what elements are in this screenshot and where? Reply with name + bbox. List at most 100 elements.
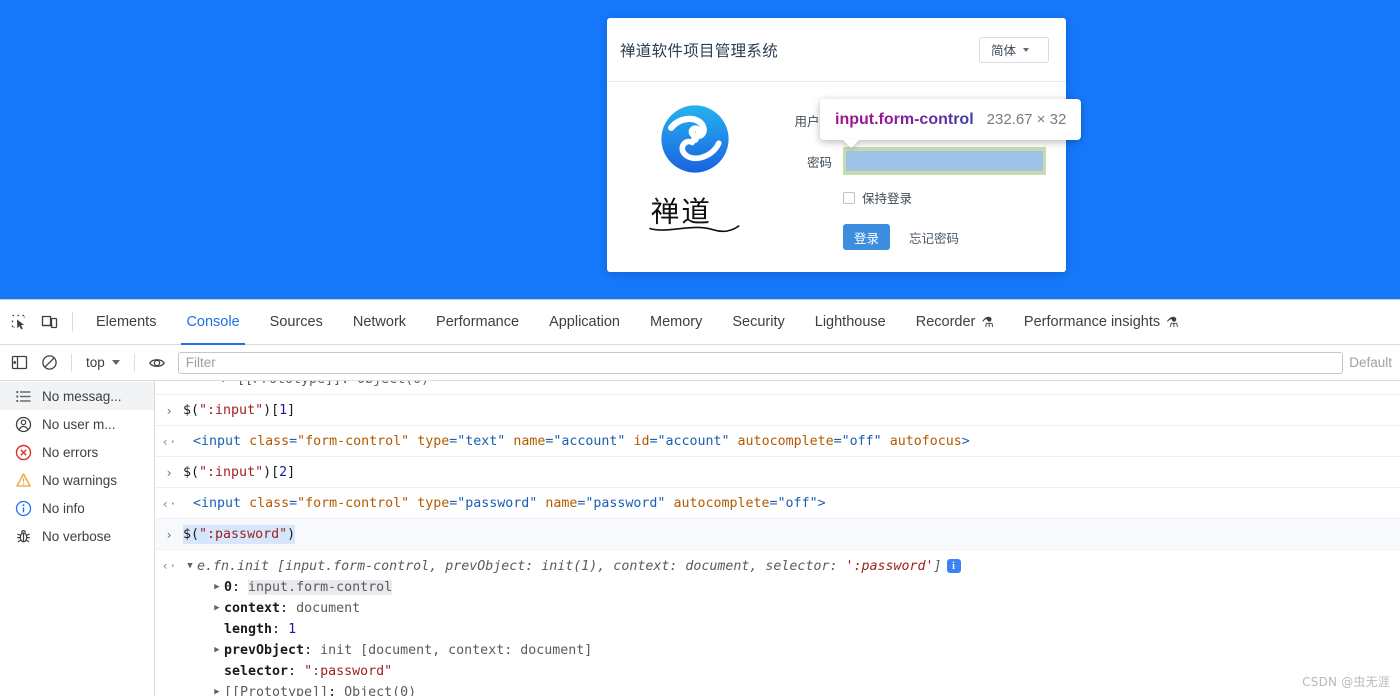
object-tree-row[interactable]: ▶ prevObject: init [document, context: do… bbox=[155, 640, 1400, 661]
sidebar-item-no-user-m[interactable]: No user m... bbox=[0, 410, 154, 438]
tab-network[interactable]: Network bbox=[338, 300, 421, 345]
login-button[interactable]: 登录 bbox=[843, 224, 891, 250]
live-expression-eye-icon[interactable] bbox=[142, 348, 172, 378]
login-actions: 登录 忘记密码 bbox=[843, 224, 1046, 250]
console-filter-input[interactable] bbox=[177, 351, 1344, 374]
disclosure-triangle-icon[interactable]: ▶ bbox=[210, 640, 224, 661]
object-tree-row[interactable]: ▶selector: ":password" bbox=[155, 661, 1400, 682]
object-tree-entry: length: 1 bbox=[224, 619, 296, 640]
tab-label: Security bbox=[732, 314, 785, 330]
disclosure-triangle-open-icon[interactable]: ▼ bbox=[183, 556, 197, 577]
inspect-element-icon[interactable] bbox=[4, 307, 34, 337]
element-inspect-tooltip: input.form-control 232.67 × 32 bbox=[820, 99, 1082, 148]
toggle-console-sidebar-icon[interactable] bbox=[4, 348, 34, 378]
console-command-text: $(":input")[1] bbox=[183, 403, 296, 418]
sidebar-item-label: No errors bbox=[42, 444, 99, 460]
remember-me-checkbox[interactable] bbox=[843, 191, 855, 204]
tab-performance-insights[interactable]: Performance insights ⚗ bbox=[1009, 300, 1194, 345]
disclosure-triangle-icon[interactable]: ▶ bbox=[210, 682, 224, 696]
object-tree-entry: selector: ":password" bbox=[224, 661, 392, 682]
console-output: ▸ [[Prototype]]: Object(0) › $(":input")… bbox=[155, 381, 1400, 696]
row-gutter-input: › bbox=[165, 465, 173, 480]
sidebar-item-no-info[interactable]: No info bbox=[0, 494, 154, 522]
sidebar-item-label: No user m... bbox=[42, 416, 116, 432]
devtools-body: No messag... No user m... No errors No warn… bbox=[0, 381, 1400, 696]
sidebar-item-no-errors[interactable]: No errors bbox=[0, 438, 154, 466]
toolbar-divider bbox=[72, 312, 73, 332]
tab-performance[interactable]: Performance bbox=[421, 300, 534, 345]
object-tree-value: input.form-control bbox=[248, 580, 393, 595]
svg-text:禅道: 禅道 bbox=[650, 194, 711, 228]
object-tree-row[interactable]: ▶ [[Prototype]]: Object(0) bbox=[155, 682, 1400, 696]
tab-label: Recorder bbox=[915, 314, 976, 330]
object-tree-entry: [[Prototype]]: Object(0) bbox=[224, 682, 416, 696]
user-icon bbox=[14, 415, 33, 434]
browser-viewport: 禅道软件项目管理系统 简体 禅道 用户名 密码 保持登录 登录 忘记密码 inp… bbox=[0, 0, 1400, 299]
object-tree-row[interactable]: ▶ context: document bbox=[155, 598, 1400, 619]
clear-console-icon[interactable] bbox=[34, 348, 64, 378]
console-level-selector[interactable]: Default bbox=[1349, 355, 1400, 370]
console-object-summary: e.fn.init [input.form-control, prevObjec… bbox=[197, 556, 961, 577]
password-label: 密码 bbox=[806, 154, 832, 170]
sidebar-item-label: No info bbox=[42, 500, 85, 516]
tab-label: Performance insights bbox=[1023, 314, 1161, 330]
device-toolbar-icon[interactable] bbox=[34, 307, 64, 337]
tab-application[interactable]: Application bbox=[534, 300, 635, 345]
tab-label: Console bbox=[186, 314, 240, 330]
console-object-result-row[interactable]: ‹· ▼ e.fn.init [input.form-control, prev… bbox=[155, 550, 1400, 696]
chevron-down-icon bbox=[111, 360, 120, 365]
forgot-password-link[interactable]: 忘记密码 bbox=[909, 228, 959, 247]
tab-recorder[interactable]: Recorder ⚗ bbox=[901, 300, 1009, 345]
language-switch-button[interactable]: 简体 bbox=[979, 36, 1049, 63]
sidebar-item-label: No warnings bbox=[42, 472, 118, 488]
row-gutter-input: › bbox=[165, 527, 173, 542]
chevron-down-icon bbox=[1023, 47, 1030, 52]
console-command-row[interactable]: › $(":input")[1] bbox=[155, 395, 1400, 426]
experimental-flask-icon: ⚗ bbox=[1166, 313, 1179, 330]
object-tree-separator: : bbox=[328, 685, 345, 696]
sidebar-item-label: No messag... bbox=[42, 388, 122, 404]
console-clipped-row: ▸ [[Prototype]]: Object(0) bbox=[155, 381, 1400, 395]
sidebar-item-no-messag[interactable]: No messag... bbox=[0, 382, 154, 410]
object-tree-key: prevObject bbox=[224, 643, 305, 658]
console-result-row[interactable]: ‹· <input class="form-control" type="tex… bbox=[155, 426, 1400, 457]
zentao-wordmark: 禅道 bbox=[648, 194, 740, 233]
object-tree-key: context bbox=[224, 601, 281, 616]
tab-elements[interactable]: Elements bbox=[81, 300, 171, 345]
login-card-header: 禅道软件项目管理系统 简体 bbox=[607, 18, 1066, 82]
row-gutter-output: ‹· bbox=[161, 496, 177, 511]
tab-security[interactable]: Security bbox=[717, 300, 799, 345]
devtools-tabbar: Elements Console Sources Network Performance… bbox=[0, 300, 1400, 345]
execution-context-selector[interactable]: top bbox=[79, 351, 127, 375]
tab-memory[interactable]: Memory bbox=[635, 300, 717, 345]
password-input[interactable] bbox=[843, 147, 1046, 175]
object-tree-row[interactable]: ▶ 0: input.form-control bbox=[155, 577, 1400, 598]
object-tree-row[interactable]: ▶length: 1 bbox=[155, 619, 1400, 640]
object-tree-separator: : bbox=[304, 643, 321, 658]
filterbar-divider-2 bbox=[133, 353, 135, 372]
tooltip-arrow-icon bbox=[842, 139, 860, 148]
object-tree-entry: 0: input.form-control bbox=[224, 577, 393, 598]
object-tree-value: Object(0) bbox=[344, 685, 417, 696]
sidebar-item-no-warnings[interactable]: No warnings bbox=[0, 466, 154, 494]
console-result-row[interactable]: ‹· <input class="form-control" type="pas… bbox=[155, 488, 1400, 519]
tab-label: Lighthouse bbox=[814, 314, 886, 330]
info-badge-icon[interactable]: i bbox=[946, 559, 961, 573]
sidebar-item-label: No verbose bbox=[42, 528, 112, 544]
tab-lighthouse[interactable]: Lighthouse bbox=[800, 300, 901, 345]
object-tree-entry: context: document bbox=[224, 598, 360, 619]
remember-me-row[interactable]: 保持登录 bbox=[843, 188, 1046, 207]
object-tree-value: 1 bbox=[288, 622, 297, 637]
object-tree-entry: prevObject: init [document, context: doc… bbox=[224, 640, 592, 661]
console-object-tree: ▶ 0: input.form-control ▶ context: document… bbox=[155, 577, 1400, 696]
disclosure-triangle-icon[interactable]: ▶ bbox=[210, 598, 224, 619]
object-tree-separator: : bbox=[280, 601, 297, 616]
disclosure-triangle-icon[interactable]: ▶ bbox=[210, 577, 224, 598]
tab-console[interactable]: Console bbox=[171, 300, 254, 345]
error-icon bbox=[14, 443, 33, 462]
console-command-row[interactable]: › $(":input")[2] bbox=[155, 457, 1400, 488]
object-tree-separator: : bbox=[288, 664, 305, 679]
console-command-row-highlighted[interactable]: › $(":password") bbox=[155, 519, 1400, 550]
sidebar-item-no-verbose[interactable]: No verbose bbox=[0, 522, 154, 550]
tab-sources[interactable]: Sources bbox=[255, 300, 338, 345]
